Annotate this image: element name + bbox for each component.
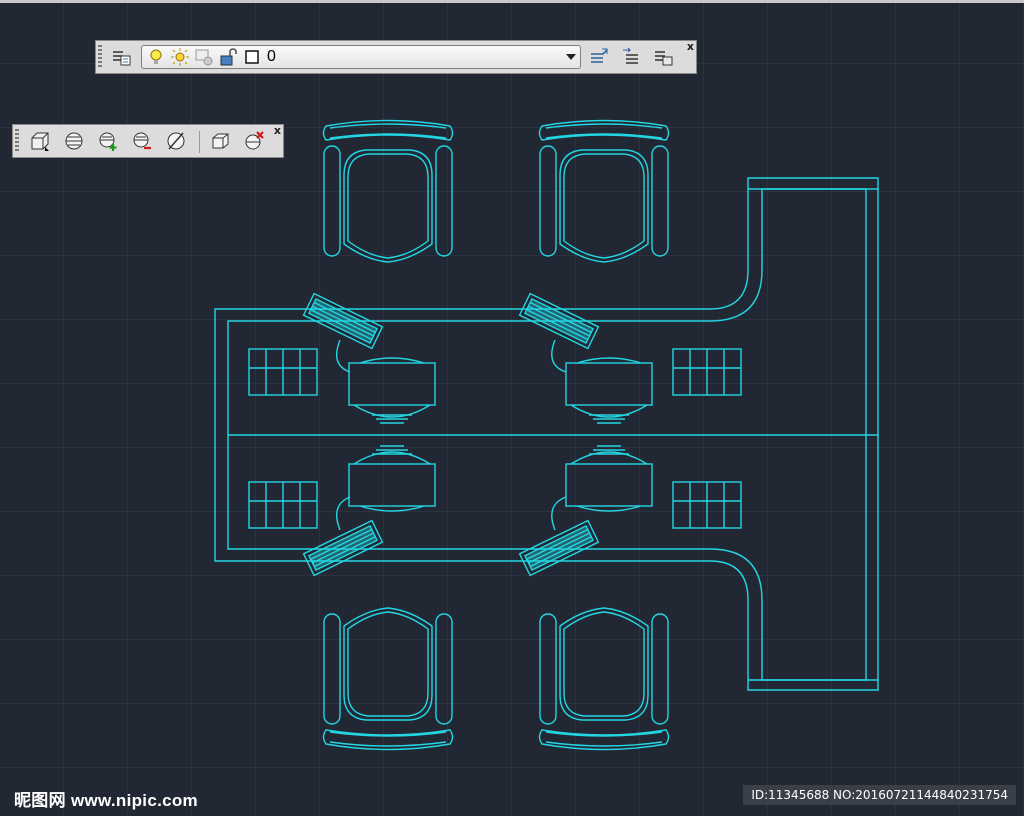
watermark-site-url: www.nipic.com xyxy=(70,791,198,810)
solid-editing-toolbar: x xyxy=(12,124,284,158)
sphere-wire-icon[interactable] xyxy=(61,128,87,154)
make-current-layer-icon[interactable] xyxy=(586,44,612,70)
layer-color-square-icon[interactable] xyxy=(242,47,262,67)
close-icon[interactable]: x xyxy=(274,125,281,136)
toolbar-grip[interactable] xyxy=(15,129,19,153)
toolbar-separator xyxy=(199,131,200,153)
solid-cube-icon[interactable] xyxy=(207,128,233,154)
solid-delete-icon[interactable] xyxy=(241,128,267,154)
office-desk-cad-drawing xyxy=(214,119,879,751)
layers-toolbar: 0 x xyxy=(95,40,697,74)
slice-icon[interactable] xyxy=(163,128,189,154)
layer-viewport-freeze-icon[interactable] xyxy=(194,47,214,67)
toolbar-grip[interactable] xyxy=(98,45,102,69)
sphere-subtract-icon[interactable] xyxy=(129,128,155,154)
box-3d-icon[interactable] xyxy=(27,128,53,154)
sphere-add-icon[interactable] xyxy=(95,128,121,154)
watermark-id: ID:11345688 NO:20160721144840231754 xyxy=(743,785,1016,805)
layer-thaw-sun-icon[interactable] xyxy=(170,47,190,67)
current-layer-name: 0 xyxy=(267,48,276,65)
layer-properties-icon[interactable] xyxy=(108,44,134,70)
layer-dropdown[interactable]: 0 xyxy=(141,45,581,69)
watermark-site-cn: 昵图网 xyxy=(14,791,66,811)
layer-on-bulb-icon[interactable] xyxy=(146,47,166,67)
layer-states-icon[interactable] xyxy=(650,44,676,70)
layer-previous-icon[interactable] xyxy=(618,44,644,70)
layer-unlock-icon[interactable] xyxy=(218,47,238,67)
watermark-site: 昵图网 www.nipic.com xyxy=(14,786,198,811)
close-icon[interactable]: x xyxy=(687,41,694,52)
chevron-down-icon[interactable] xyxy=(566,54,576,60)
